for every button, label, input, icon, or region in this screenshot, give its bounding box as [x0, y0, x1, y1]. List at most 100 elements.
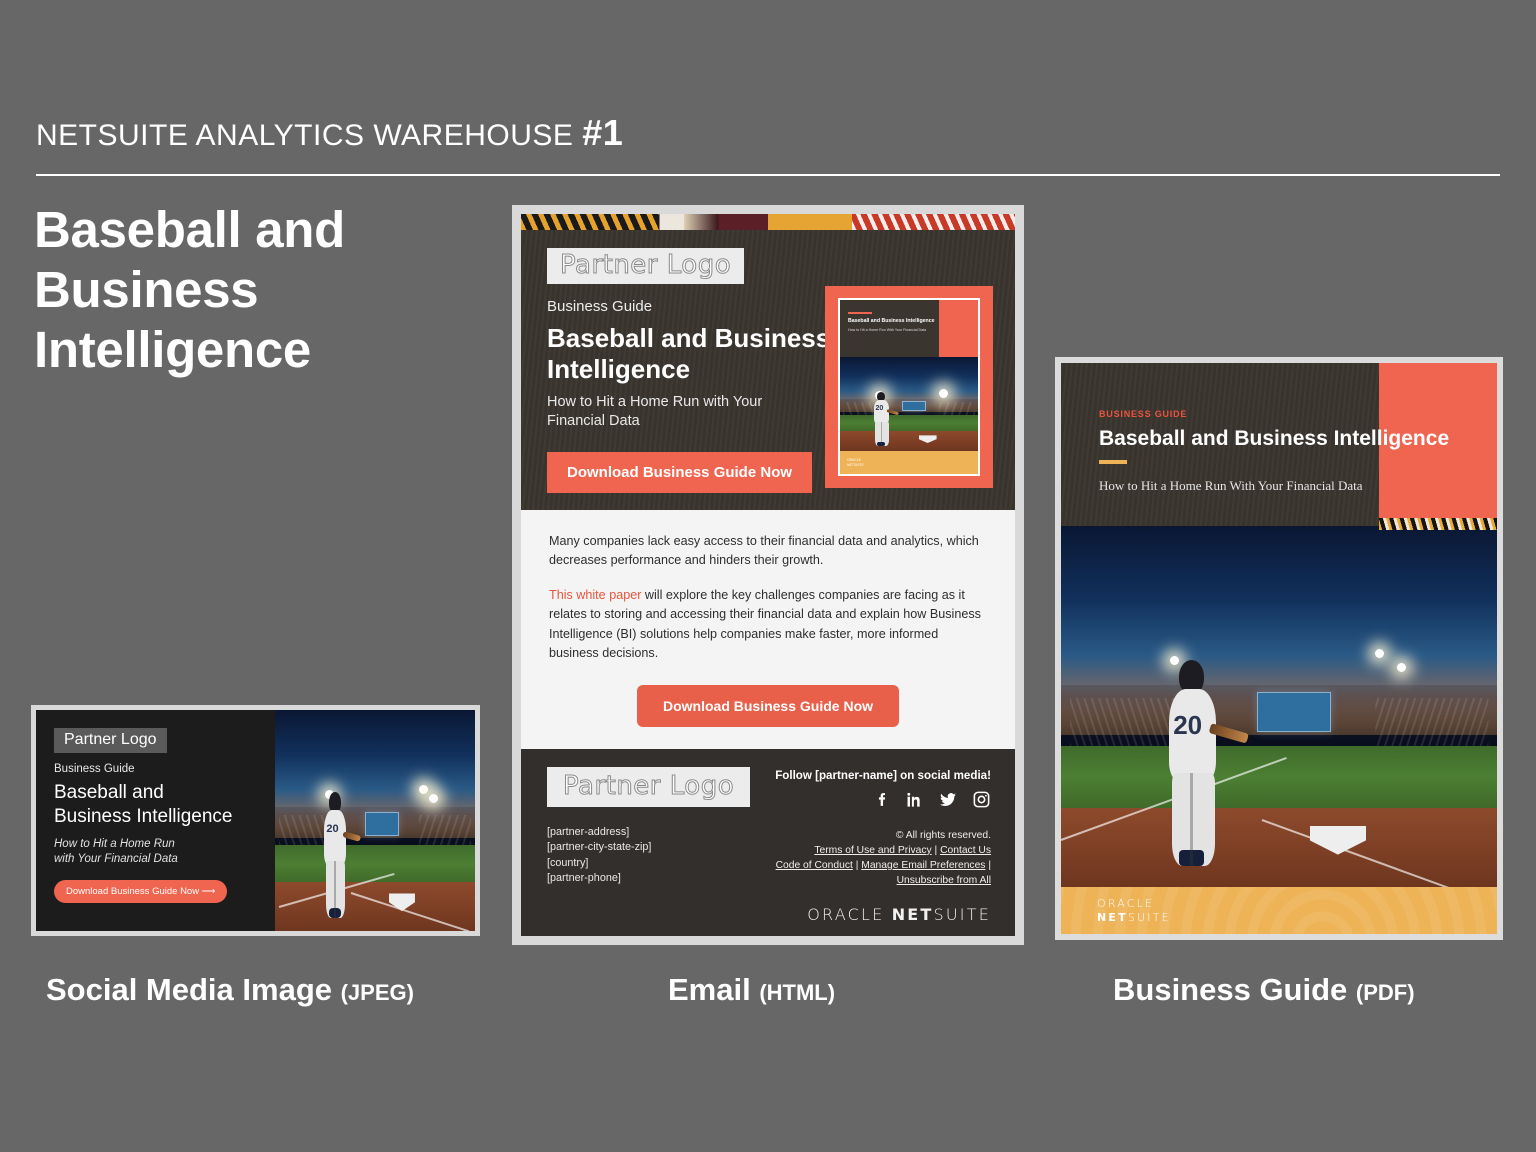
jersey-number: 20 — [1173, 710, 1203, 741]
stadium-light-icon — [428, 793, 438, 803]
batter-socks — [1179, 849, 1205, 866]
batter-legs — [325, 861, 346, 919]
kicker-label: Business Guide — [547, 298, 653, 315]
business-guide-pdf-inner: BUSINESS GUIDE Baseball and Business Int… — [1061, 363, 1497, 934]
batter-socks — [877, 441, 886, 446]
kicker-label: Business Guide — [54, 763, 135, 775]
email-hero-content: Partner Logo Business Guide Baseball and… — [547, 248, 847, 493]
pdf-decorative-stripe — [1379, 517, 1497, 530]
contact-us-link[interactable]: Contact Us — [940, 845, 991, 856]
baseball-stadium-photo: 20 — [274, 710, 475, 931]
pdf-subtitle: How to Hit a Home Run With Your Financia… — [1099, 477, 1363, 493]
stadium-light-icon — [1374, 648, 1384, 658]
baseball-batter: 20 — [1157, 656, 1249, 866]
guide-cover-thumbnail-frame: Baseball and Business Intelligence How t… — [825, 286, 993, 488]
batter-legs — [1171, 773, 1215, 866]
address-line-4: [partner-phone] — [547, 871, 621, 884]
twitter-icon[interactable] — [938, 790, 958, 814]
caption-format-text: (JPEG) — [340, 980, 414, 1005]
pdf-cover-header: BUSINESS GUIDE Baseball and Business Int… — [1061, 363, 1497, 530]
caption-business-guide: Business Guide (PDF) — [1113, 972, 1415, 1008]
chalk-line — [1261, 818, 1497, 888]
scoreboard — [364, 811, 399, 836]
infield-dirt — [274, 872, 475, 931]
social-media-image-panel: Partner Logo Business Guide Baseball and… — [31, 705, 480, 936]
download-business-guide-button[interactable]: Download Business Guide Now ⟶ — [54, 879, 228, 903]
caption-format-text: (PDF) — [1355, 980, 1415, 1005]
address-line-1: [partner-address] — [547, 825, 630, 838]
slide-eyebrow: NETSUITE ANALYTICS WAREHOUSE #1 — [36, 112, 623, 154]
email-inner: Partner Logo Business Guide Baseball and… — [521, 214, 1015, 936]
asset-title: Baseball and Business Intelligence — [54, 781, 275, 830]
brand-oracle: ORACLE — [807, 904, 885, 924]
asset-subtitle-line-1: How to Hit a Home Run — [54, 837, 175, 850]
code-of-conduct-link[interactable]: Code of Conduct — [776, 860, 853, 871]
instagram-icon[interactable] — [972, 790, 991, 814]
email-hero-subtitle-line-1: How to Hit a Home Run with Your — [547, 394, 763, 411]
body-download-business-guide-button[interactable]: Download Business Guide Now — [636, 684, 900, 727]
email-hero-subtitle: How to Hit a Home Run with Your Financia… — [547, 393, 847, 431]
infield-dirt — [840, 430, 978, 452]
email-body: Many companies lack easy access to their… — [521, 510, 1015, 749]
terms-of-use-link[interactable]: Terms of Use and Privacy — [814, 845, 931, 856]
email-paragraph-1: Many companies lack easy access to their… — [549, 534, 979, 568]
scoreboard — [1257, 692, 1332, 732]
email-hero: Partner Logo Business Guide Baseball and… — [521, 230, 1015, 510]
brand-netsuite: NETSUITE — [847, 462, 864, 467]
pdf-stadium-photo: 20 — [1061, 525, 1497, 888]
pdf-accent-rule — [1099, 460, 1127, 464]
manage-email-preferences-link[interactable]: Manage Email Preferences — [861, 860, 985, 871]
legal-links: Terms of Use and Privacy | Contact Us Co… — [741, 844, 991, 889]
pdf-footer-band: ORACLE NETSUITE — [1061, 887, 1497, 934]
caption-main-text: Email — [668, 972, 760, 1007]
partner-logo-badge: Partner Logo — [547, 248, 745, 284]
email-panel: Partner Logo Business Guide Baseball and… — [512, 205, 1024, 945]
unsubscribe-link[interactable]: Unsubscribe from All — [897, 875, 991, 886]
email-footer: Partner Logo [partner-address] [partner-… — [521, 748, 1015, 936]
social-media-image-content: Partner Logo Business Guide Baseball and… — [36, 710, 275, 931]
linkedin-icon[interactable] — [905, 790, 924, 814]
eyebrow-text: NETSUITE ANALYTICS WAREHOUSE — [36, 119, 583, 152]
cover-top: Baseball and Business Intelligence How t… — [840, 300, 978, 368]
brand-oracle: ORACLE — [1097, 896, 1155, 910]
address-line-2: [partner-city-state-zip] — [547, 841, 652, 854]
infield-dirt — [1061, 757, 1497, 888]
page-title: Baseball and Business Intelligence — [34, 201, 346, 379]
business-guide-pdf-panel: BUSINESS GUIDE Baseball and Business Int… — [1055, 357, 1503, 940]
outfield-grass — [1061, 746, 1497, 815]
brand-net: NET — [891, 904, 934, 924]
hero-download-business-guide-button[interactable]: Download Business Guide Now — [547, 451, 813, 493]
batter-socks — [329, 908, 341, 918]
brand-suite: SUITE — [933, 904, 991, 924]
asset-title-line-1: Baseball and — [54, 782, 164, 803]
caption-email: Email (HTML) — [668, 972, 835, 1008]
white-paper-link[interactable]: This white paper — [549, 588, 641, 602]
caption-format-text: (HTML) — [759, 980, 836, 1005]
pdf-cover-header-content: BUSINESS GUIDE Baseball and Business Int… — [1099, 409, 1497, 494]
legal-separator: | — [931, 844, 941, 856]
guide-cover-thumbnail: Baseball and Business Intelligence How t… — [838, 298, 980, 476]
caption-main-text: Social Media Image — [46, 972, 341, 1007]
facebook-icon[interactable] — [874, 790, 891, 814]
decorative-top-stripe — [521, 214, 1015, 230]
email-hero-title-line-2: Intelligence — [547, 353, 691, 384]
asset-title-line-2: Business Intelligence — [54, 806, 233, 828]
scoreboard — [902, 400, 926, 411]
social-media-image-inner: Partner Logo Business Guide Baseball and… — [36, 710, 475, 931]
partner-logo-badge: Partner Logo — [54, 728, 167, 753]
batter-torso — [324, 810, 347, 867]
email-paragraph-2: This white paper will explore the key ch… — [549, 586, 987, 663]
slide-canvas: NETSUITE ANALYTICS WAREHOUSE #1 Baseball… — [0, 0, 1536, 1152]
social-icons-row — [741, 790, 991, 814]
cover-stadium-photo: 20 — [840, 357, 978, 452]
pdf-kicker-label: BUSINESS GUIDE — [1099, 409, 1188, 419]
baseball-batter: 20 — [870, 391, 900, 446]
pdf-title: Baseball and Business Intelligence — [1099, 427, 1450, 450]
legal-separator: | — [852, 859, 862, 871]
cover-footer-band: ORACLE NETSUITE — [840, 451, 978, 474]
caption-social-media-image: Social Media Image (JPEG) — [46, 972, 414, 1008]
jersey-number: 20 — [875, 405, 884, 413]
legal-separator: | — [985, 859, 991, 871]
email-body-cta-wrap: Download Business Guide Now — [549, 684, 987, 727]
email-footer-right: Follow [partner-name] on social media! ©… — [741, 769, 991, 924]
